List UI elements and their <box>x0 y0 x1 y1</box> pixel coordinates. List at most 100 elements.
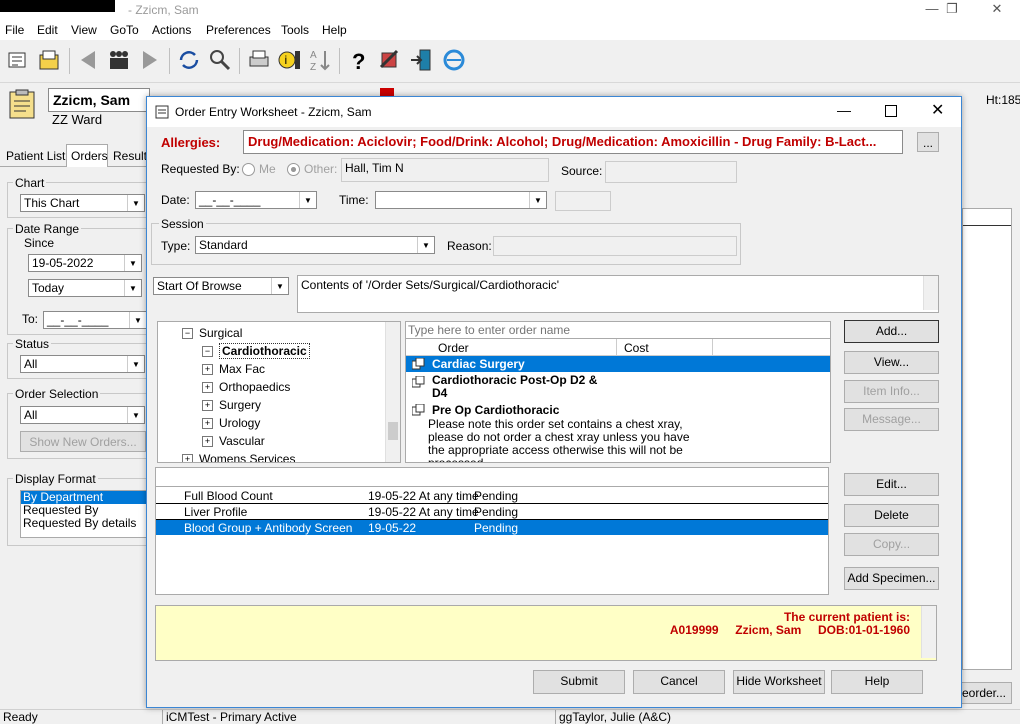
other-radio[interactable] <box>287 163 300 176</box>
display-format-item[interactable]: Requested By details <box>21 517 147 530</box>
worksheet-row[interactable]: Liver Profile 19-05-22 At any time Pendi… <box>156 504 828 520</box>
menu-view[interactable]: View <box>71 23 97 37</box>
menu-file[interactable]: File <box>5 23 24 37</box>
message-button[interactable]: Message... <box>844 408 939 431</box>
tools-icon[interactable] <box>377 47 403 73</box>
requested-by-field[interactable]: Hall, Tim N <box>341 158 549 182</box>
cancel-button[interactable]: Cancel <box>633 670 725 694</box>
expand-icon[interactable]: + <box>202 364 213 376</box>
expand-icon[interactable]: + <box>202 382 213 394</box>
order-row[interactable]: Cardiothoracic Post-Op D2 & D4 <box>406 374 830 400</box>
exit-icon[interactable] <box>408 47 434 73</box>
collapse-icon[interactable]: − <box>182 328 193 340</box>
allergies-more-button[interactable]: ... <box>917 132 939 152</box>
cost-col-header[interactable]: Cost <box>624 341 649 355</box>
source-field[interactable] <box>605 161 737 183</box>
tab-orders[interactable]: Orders <box>71 149 108 163</box>
reason-field[interactable] <box>493 236 737 256</box>
item-info-button[interactable]: Item Info... <box>844 380 939 403</box>
date-field[interactable]: __-__-____ ▼ <box>195 191 317 209</box>
tree-node-surgical[interactable]: − Surgical <box>182 326 242 340</box>
order-selection-select[interactable]: All ▼ <box>20 406 145 424</box>
expand-icon[interactable]: + <box>202 418 213 430</box>
dialog-close-button[interactable]: ✕ <box>931 100 944 120</box>
view-order-button[interactable]: View... <box>844 351 939 374</box>
menu-tools[interactable]: Tools <box>281 23 309 37</box>
back-arrow-icon[interactable] <box>75 47 101 73</box>
refresh-icon[interactable] <box>176 47 202 73</box>
tree-node-max-fac[interactable]: + Max Fac <box>202 362 265 376</box>
type-select[interactable]: Standard ▼ <box>195 236 435 254</box>
contents-scrollbar[interactable] <box>923 276 938 310</box>
menu-preferences[interactable]: Preferences <box>206 23 271 37</box>
worksheet-row-selected[interactable]: Blood Group + Antibody Screen 19-05-22 P… <box>156 520 828 535</box>
show-new-orders-button[interactable]: Show New Orders... <box>20 431 146 452</box>
order-row[interactable]: Pre Op Cardiothoracic <box>406 402 830 418</box>
worksheet-row[interactable]: Full Blood Count 19-05-22 At any time Pe… <box>156 488 828 504</box>
add-specimen-button[interactable]: Add Specimen... <box>844 567 939 590</box>
order-col-header[interactable]: Order <box>438 341 469 355</box>
time-extra-field[interactable] <box>555 191 611 211</box>
search-icon[interactable] <box>207 47 233 73</box>
tab-orders-active[interactable]: Orders <box>66 144 108 167</box>
tree-node-urology[interactable]: + Urology <box>202 416 260 430</box>
browser-icon[interactable] <box>441 47 467 73</box>
collapse-icon[interactable]: − <box>202 346 213 358</box>
main-toolbar: i AZ ? <box>0 40 1020 83</box>
sort-icon[interactable]: AZ <box>307 47 333 73</box>
forward-arrow-icon[interactable] <box>137 47 163 73</box>
browse-select[interactable]: Start Of Browse ▼ <box>153 277 289 295</box>
tree-node-orthopaedics[interactable]: + Orthopaedics <box>202 380 290 394</box>
order-set-icon <box>412 376 425 388</box>
dialog-minimize-button[interactable]: — <box>837 102 851 118</box>
status-select[interactable]: All ▼ <box>20 355 145 373</box>
display-format-list[interactable]: By Department Requested By Requested By … <box>20 490 148 538</box>
menu-edit[interactable]: Edit <box>37 23 58 37</box>
users-icon[interactable] <box>106 47 132 73</box>
tree-scrollbar[interactable] <box>385 322 400 462</box>
expand-icon[interactable]: + <box>202 436 213 448</box>
menu-help[interactable]: Help <box>322 23 347 37</box>
contents-path-box: Contents of '/Order Sets/Surgical/Cardio… <box>297 275 939 313</box>
copy-button[interactable]: Copy... <box>844 533 939 556</box>
dialog-maximize-button[interactable] <box>885 105 897 117</box>
open-chart-icon[interactable] <box>37 47 63 73</box>
print-icon[interactable] <box>246 47 272 73</box>
menu-goto[interactable]: GoTo <box>110 23 139 37</box>
chart-select[interactable]: This Chart ▼ <box>20 194 145 212</box>
time-select[interactable]: ▼ <box>375 191 547 209</box>
me-radio[interactable] <box>242 163 255 176</box>
today-select[interactable]: Today ▼ <box>28 279 142 297</box>
help-button[interactable]: Help <box>831 670 923 694</box>
tab-patient-list[interactable]: Patient List <box>6 149 65 163</box>
tree-node-vascular[interactable]: + Vascular <box>202 434 265 448</box>
worksheet-status: Pending <box>474 505 519 519</box>
patient-list-icon[interactable] <box>5 47 31 73</box>
tree-node-womens-services[interactable]: + Womens Services <box>182 452 295 462</box>
alert-icon[interactable]: i <box>278 47 304 73</box>
requested-by-value: Hall, Tim N <box>345 161 404 175</box>
patient-info-scrollbar[interactable] <box>921 606 936 658</box>
reorder-button[interactable]: eorder... <box>956 682 1012 704</box>
tree-node-cardiothoracic[interactable]: − Cardiothoracic <box>202 343 310 359</box>
tree-node-surgery[interactable]: + Surgery <box>202 398 261 412</box>
expand-icon[interactable]: + <box>202 400 213 412</box>
type-label: Type: <box>161 239 191 253</box>
menu-actions[interactable]: Actions <box>152 23 191 37</box>
to-date-field[interactable]: __-__-____ ▼ <box>43 311 147 329</box>
close-button[interactable]: ✕ <box>975 0 1019 20</box>
order-row-selected[interactable]: Cardiac Surgery <box>406 356 830 372</box>
order-search-input[interactable] <box>406 322 830 339</box>
hide-worksheet-button[interactable]: Hide Worksheet <box>733 670 825 694</box>
tree-scroll-thumb[interactable] <box>388 422 398 440</box>
add-order-button[interactable]: Add... <box>844 320 939 343</box>
help-icon[interactable]: ? <box>346 47 372 74</box>
since-date-field[interactable]: 19-05-2022 ▼ <box>28 254 142 272</box>
restore-button[interactable]: ❐ <box>930 0 974 20</box>
submit-button[interactable]: Submit <box>533 670 625 694</box>
patient-height: Ht:185 <box>986 93 1020 107</box>
chevron-down-icon: ▼ <box>127 195 144 211</box>
expand-icon[interactable]: + <box>182 454 193 462</box>
edit-button[interactable]: Edit... <box>844 473 939 496</box>
delete-button[interactable]: Delete <box>844 504 939 527</box>
